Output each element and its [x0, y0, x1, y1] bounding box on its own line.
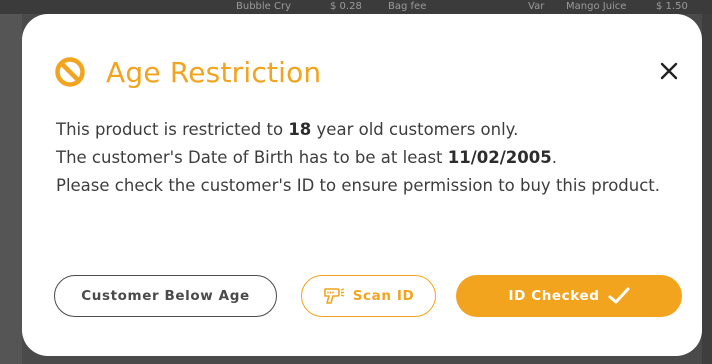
bg-item-price: $ 1.50	[656, 1, 688, 12]
scan-id-button[interactable]: Scan ID	[301, 275, 436, 317]
bg-item-name: Bag fee	[388, 1, 427, 12]
bg-item-name: Mango Juice	[566, 1, 627, 12]
dob-date-value: 11/02/2005	[447, 148, 552, 167]
close-button[interactable]	[656, 58, 682, 84]
message-text: .	[551, 148, 557, 167]
id-checked-button[interactable]: ID Checked	[456, 275, 682, 317]
modal-header: Age Restriction	[54, 52, 321, 92]
button-label: Customer Below Age	[81, 288, 250, 304]
message-text: year old customers only.	[311, 120, 519, 139]
ban-icon	[54, 56, 86, 88]
restriction-message: This product is restricted to 18 year ol…	[56, 116, 676, 200]
button-label: Scan ID	[352, 288, 415, 304]
message-line-dob: The customer's Date of Birth has to be a…	[56, 144, 676, 172]
modal-title: Age Restriction	[106, 55, 322, 89]
background-panel-left	[0, 14, 22, 364]
button-label: ID Checked	[508, 288, 600, 304]
background-panel-right	[702, 14, 712, 364]
barcode-scanner-icon	[323, 288, 344, 304]
checkmark-icon	[608, 287, 630, 304]
bg-item-name: Bubble Cry	[236, 1, 292, 12]
message-text: The customer's Date of Birth has to be a…	[56, 148, 448, 167]
background-product-bar: Bubble Cry $ 0.28 Bag fee Var Mango Juic…	[0, 0, 712, 14]
message-line-age: This product is restricted to 18 year ol…	[56, 116, 676, 144]
bg-item-tag: Var	[528, 1, 545, 12]
min-age-value: 18	[288, 120, 312, 139]
message-text: This product is restricted to	[56, 120, 289, 139]
age-restriction-modal: Age Restriction This product is restrict…	[22, 14, 702, 356]
customer-below-age-button[interactable]: Customer Below Age	[54, 275, 277, 317]
message-line-check-id: Please check the customer's ID to ensure…	[56, 176, 661, 195]
close-icon	[660, 62, 678, 80]
bg-item-price: $ 0.28	[330, 1, 362, 12]
